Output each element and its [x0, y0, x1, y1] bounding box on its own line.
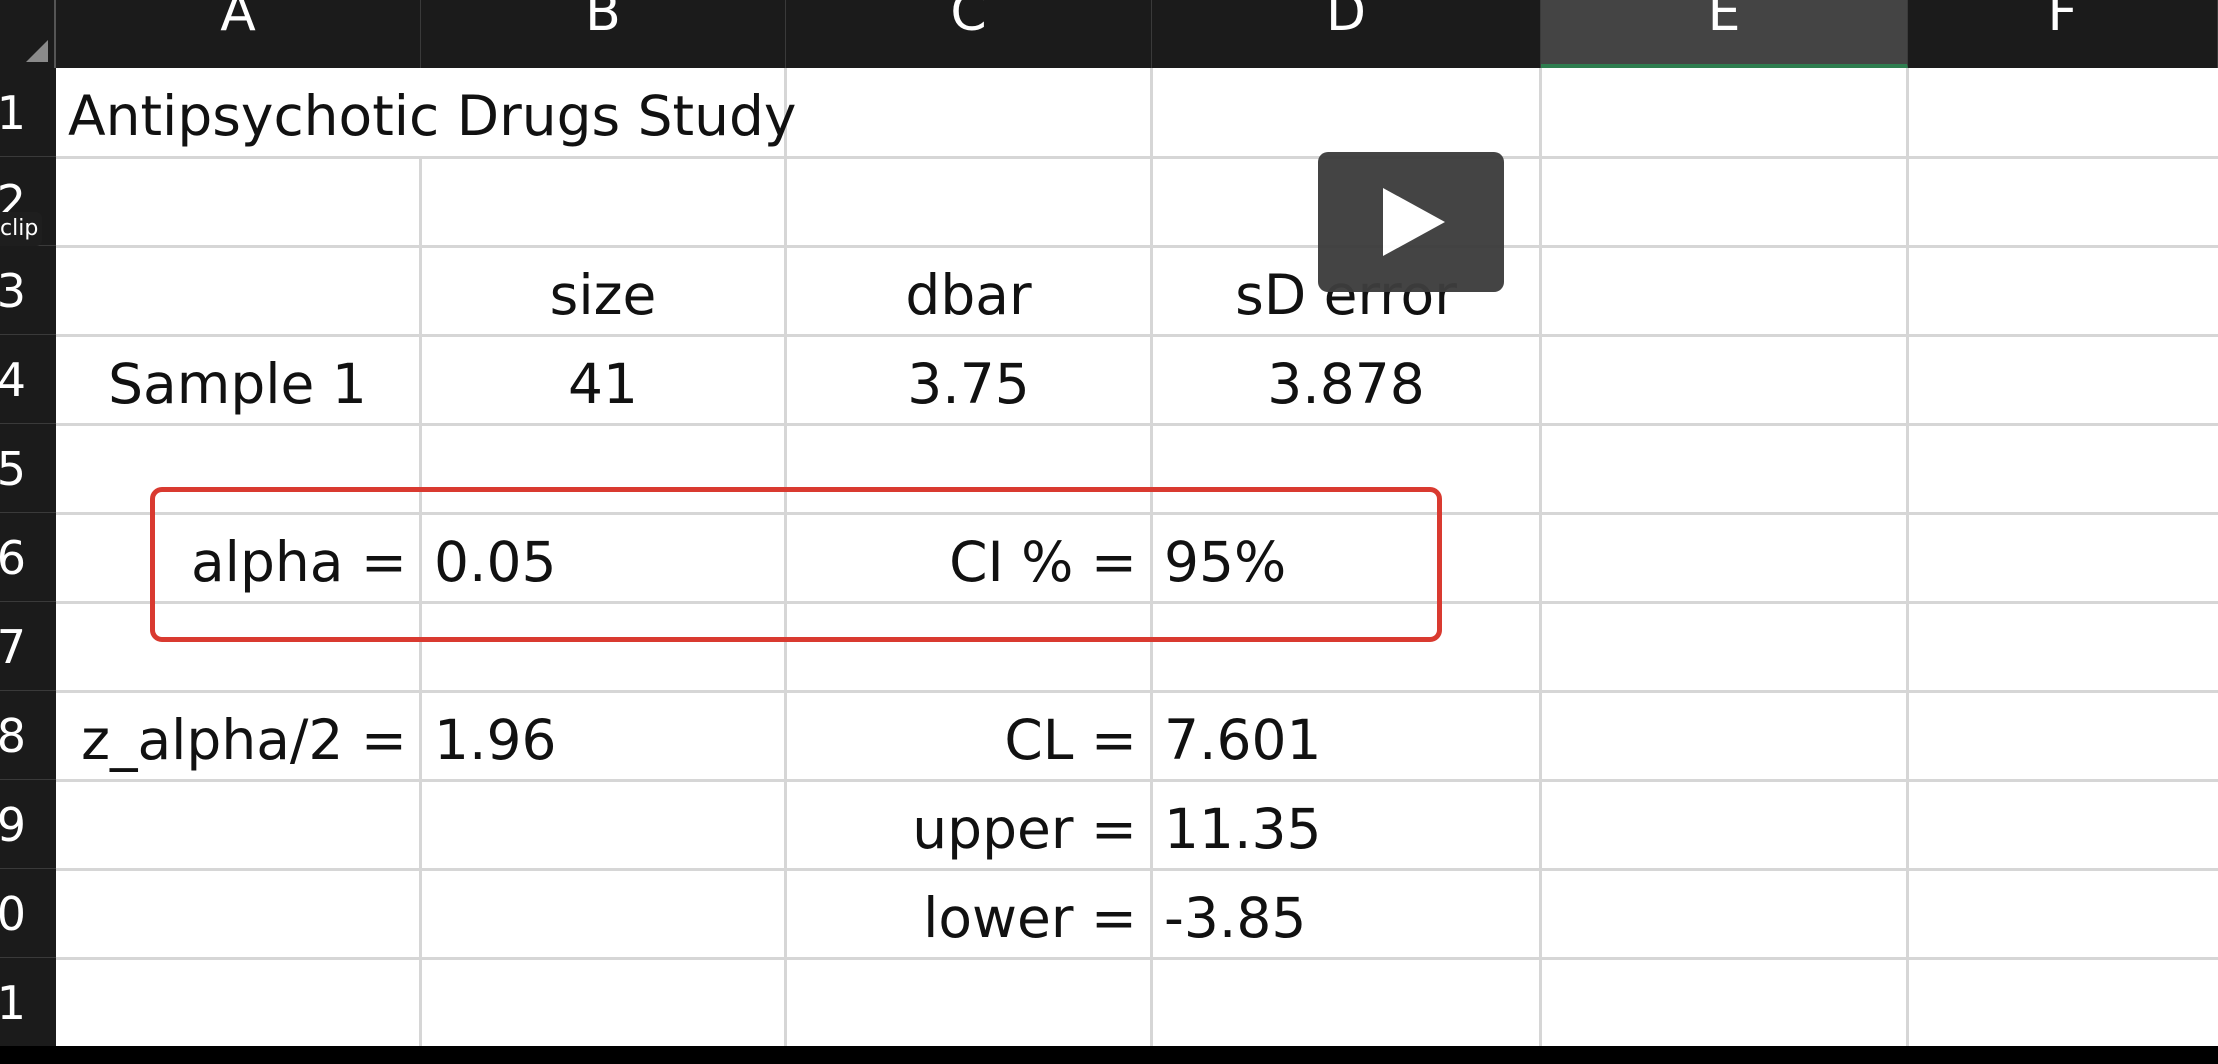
row-header-11[interactable]: 11 — [0, 958, 56, 1046]
column-header-b[interactable]: B — [421, 0, 786, 68]
highlight-annotation-box — [150, 487, 1442, 642]
column-header-f[interactable]: F — [1908, 0, 2218, 68]
row-header-3[interactable]: 3 — [0, 246, 56, 335]
select-all-corner[interactable] — [0, 0, 56, 68]
column-header-d[interactable]: D — [1152, 0, 1541, 68]
gridline — [56, 957, 2218, 960]
gridline — [56, 245, 2218, 248]
cell-c3[interactable]: dbar — [787, 251, 1150, 340]
gridline — [56, 868, 2218, 871]
cell-a4[interactable]: Sample 1 — [56, 340, 419, 429]
clip-label[interactable]: clip — [0, 212, 43, 246]
row-header-1[interactable]: 1 — [0, 68, 56, 157]
cell-c10[interactable]: lower = — [787, 874, 1137, 963]
spreadsheet: A B C D E F 1 2 3 4 5 6 7 8 9 10 11 Anti… — [0, 0, 2218, 1046]
cell-b4[interactable]: 41 — [422, 340, 784, 429]
row-header-6[interactable]: 6 — [0, 513, 56, 602]
sheet-title-cell-a1[interactable]: Antipsychotic Drugs Study — [68, 72, 796, 161]
column-header-a[interactable]: A — [56, 0, 421, 68]
gridline — [1906, 68, 1909, 1046]
cell-d10[interactable]: -3.85 — [1164, 874, 1306, 963]
column-header-bar: A B C D E F — [0, 0, 2218, 68]
row-header-5[interactable]: 5 — [0, 424, 56, 513]
cell-c9[interactable]: upper = — [787, 785, 1137, 874]
row-header-10[interactable]: 10 — [0, 869, 56, 958]
play-button[interactable] — [1318, 152, 1504, 292]
bottom-black-bar — [0, 1046, 2218, 1064]
row-header-4[interactable]: 4 — [0, 335, 56, 424]
select-all-icon — [26, 40, 48, 62]
cell-d4[interactable]: 3.878 — [1153, 340, 1539, 429]
cell-b3[interactable]: size — [422, 251, 784, 340]
play-icon — [1383, 188, 1445, 256]
gridline — [1539, 68, 1542, 1046]
gridline — [56, 690, 2218, 693]
cell-d9[interactable]: 11.35 — [1164, 785, 1321, 874]
column-header-c[interactable]: C — [786, 0, 1152, 68]
row-header-8[interactable]: 8 — [0, 691, 56, 780]
cell-c4[interactable]: 3.75 — [787, 340, 1150, 429]
cell-b8[interactable]: 1.96 — [434, 696, 556, 785]
column-header-e[interactable]: E — [1541, 0, 1908, 68]
row-header-9[interactable]: 9 — [0, 780, 56, 869]
cell-a8[interactable]: z_alpha/2 = — [56, 696, 407, 785]
cell-d8[interactable]: 7.601 — [1164, 696, 1321, 785]
cell-c8[interactable]: CL = — [787, 696, 1137, 785]
row-header-7[interactable]: 7 — [0, 602, 56, 691]
